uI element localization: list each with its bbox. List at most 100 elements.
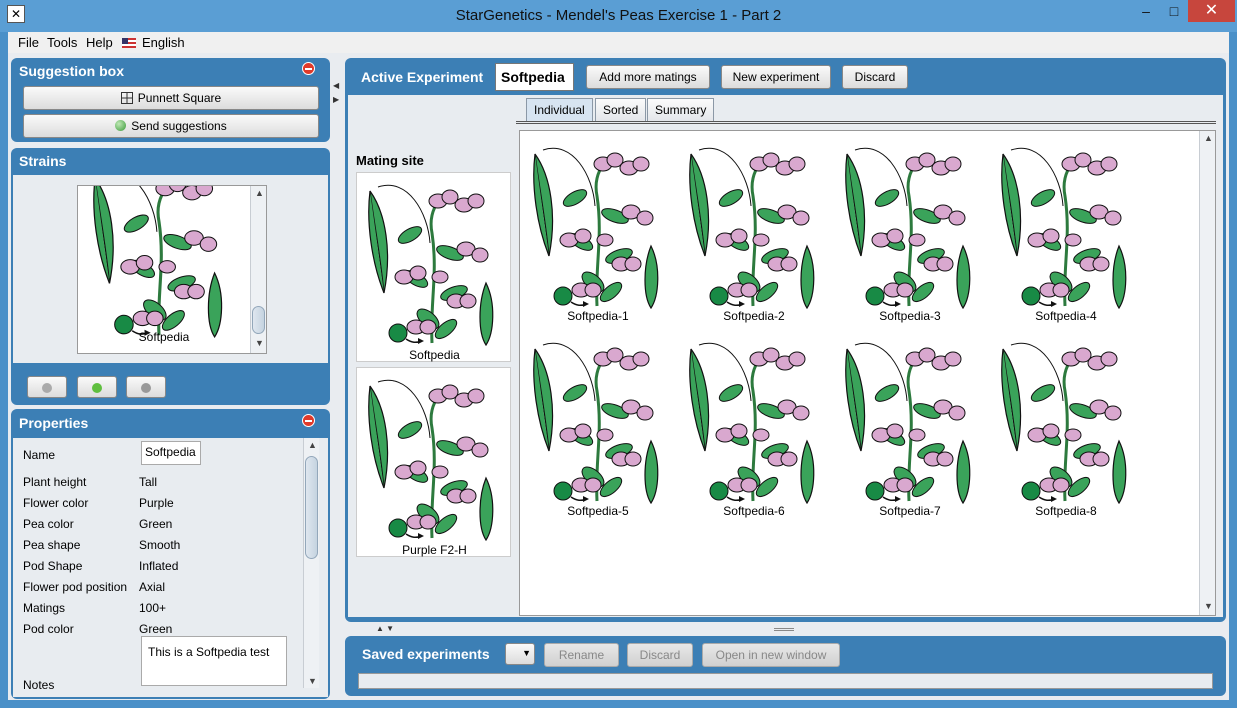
discard-experiment-button[interactable]: Discard [842,65,908,89]
parent-card-2[interactable]: Purple F2-H [356,367,511,557]
offspring-caption-5: Softpedia-5 [567,504,629,518]
notes-label: Notes [23,678,55,692]
strains-title: Strains [19,153,67,169]
offspring-caption-4: Softpedia-4 [1035,309,1097,323]
offspring-caption-2: Softpedia-2 [723,309,785,323]
experiment-name-field[interactable]: Softpedia [495,63,574,91]
strain-image-viewport: Softpedia [78,186,250,353]
circle-icon [42,383,52,393]
minimize-button[interactable]: – [1132,0,1160,22]
rename-button[interactable]: Rename [544,643,619,667]
client-area: Suggestion box Punnett Square Send sugge… [8,53,1229,700]
strain-caption: Softpedia [138,330,190,344]
tab-strip: Individual Sorted Summary [516,98,1216,124]
collapse-icon[interactable] [302,62,315,75]
splitter-arrow-right[interactable]: ▶ [333,95,339,104]
offspring-caption-3: Softpedia-3 [879,309,941,323]
send-suggestions-button[interactable]: Send suggestions [23,114,319,138]
open-in-new-window-button[interactable]: Open in new window [702,643,840,667]
punnett-square-button[interactable]: Punnett Square [23,86,319,110]
scroll-down-arrow[interactable]: ▼ [255,338,264,348]
menu-file[interactable]: File [18,35,39,50]
active-experiment-title: Active Experiment [361,69,484,85]
properties-list: Name Softpedia Plant height Tall Flower … [13,438,328,697]
active-experiment-panel: Active Experiment Softpedia Add more mat… [345,58,1226,622]
mating-site-label: Mating site [356,153,424,168]
offspring-caption-8: Softpedia-8 [1035,504,1097,518]
properties-panel: Properties Name Softpedia Plant height T… [11,409,330,699]
parent-card-1[interactable]: Softpedia [356,172,511,362]
pea-plant-image [842,146,978,311]
parent-caption-2: Purple F2-H [402,543,467,557]
tab-individual[interactable]: Individual [526,98,593,121]
pea-plant-image [686,341,822,506]
strain-card[interactable]: Softpedia ▲ ▼ [77,185,267,354]
splitter-up-down-arrows[interactable]: ▲ ▼ [376,624,394,633]
splitter-grip[interactable] [774,628,794,631]
maximize-button[interactable]: □ [1160,0,1188,22]
name-field[interactable]: Softpedia [141,441,201,465]
prop-value-pod-shape: Inflated [139,559,179,573]
strain-action-button-2[interactable] [77,376,117,398]
new-experiment-button[interactable]: New experiment [721,65,831,89]
scroll-down-arrow[interactable]: ▼ [1204,601,1213,611]
offspring-area: Softpedia-1 Softpedia-2 Softpedia-3 Soft… [519,130,1216,616]
collapse-icon[interactable] [302,414,315,427]
add-more-matings-button[interactable]: Add more matings [586,65,710,89]
tab-summary[interactable]: Summary [647,98,715,121]
parent-caption-1: Softpedia [409,348,460,362]
discard-saved-button[interactable]: Discard [627,643,693,667]
scroll-down-arrow[interactable]: ▼ [308,676,317,686]
pea-plant-image [842,341,978,506]
strain-action-button-1[interactable] [27,376,67,398]
splitter-arrow-left[interactable]: ◀ [333,81,339,90]
window-title: StarGenetics - Mendel's Peas Exercise 1 … [455,7,782,24]
language-label: English [142,35,185,50]
menu-help[interactable]: Help [86,35,113,50]
strain-action-button-3[interactable] [126,376,166,398]
offspring-caption-6: Softpedia-6 [723,504,785,518]
saved-experiments-panel: Saved experiments ▼ Rename Discard Open … [345,636,1226,696]
notes-field[interactable]: This is a Softpedia test [141,636,287,686]
prop-label-pea-shape: Pea shape [23,538,81,552]
scroll-thumb[interactable] [252,306,265,334]
remove-icon [141,383,151,393]
add-icon [92,383,102,393]
scroll-up-arrow[interactable]: ▲ [1204,133,1213,143]
punnett-label: Punnett Square [137,91,222,105]
menu-tools[interactable]: Tools [47,35,77,50]
saved-experiments-dropdown[interactable]: ▼ [505,643,535,665]
properties-scrollbar[interactable]: ▲ ▼ [303,438,319,688]
globe-icon [115,120,127,131]
pea-plant-image [998,341,1134,506]
prop-value-flower-color: Purple [139,496,174,510]
tab-underline [516,121,1216,124]
grid-icon [120,92,133,104]
us-flag-icon [122,38,136,48]
scroll-up-arrow[interactable]: ▲ [255,188,264,198]
prop-value-flower-pod-position: Axial [139,580,166,594]
prop-label-plant-height: Plant height [23,475,87,489]
title-bar: ✕ StarGenetics - Mendel's Peas Exercise … [0,0,1237,32]
pea-plant-image [92,186,228,340]
prop-value-pea-color: Green [139,517,173,531]
pea-plant-image [686,146,822,311]
prop-label-matings: Matings [23,601,66,615]
prop-value-matings: 100+ [139,601,167,615]
suggestion-box-title: Suggestion box [19,63,124,79]
menu-language[interactable]: English [122,35,185,50]
prop-value-plant-height: Tall [139,475,158,489]
tab-sorted[interactable]: Sorted [595,98,647,121]
offspring-scrollbar[interactable]: ▲ ▼ [1199,131,1215,615]
close-button[interactable]: ✕ [1188,0,1235,22]
send-label: Send suggestions [131,119,227,133]
pea-plant-image [530,146,666,311]
prop-label-flower-color: Flower color [23,496,89,510]
name-label: Name [23,448,56,462]
strain-scrollbar[interactable]: ▲ ▼ [250,186,266,353]
saved-experiments-area [358,673,1213,689]
scroll-thumb[interactable] [305,456,318,559]
suggestion-box-panel: Suggestion box Punnett Square Send sugge… [11,58,330,142]
pea-plant-image [998,146,1134,311]
scroll-up-arrow[interactable]: ▲ [308,440,317,450]
